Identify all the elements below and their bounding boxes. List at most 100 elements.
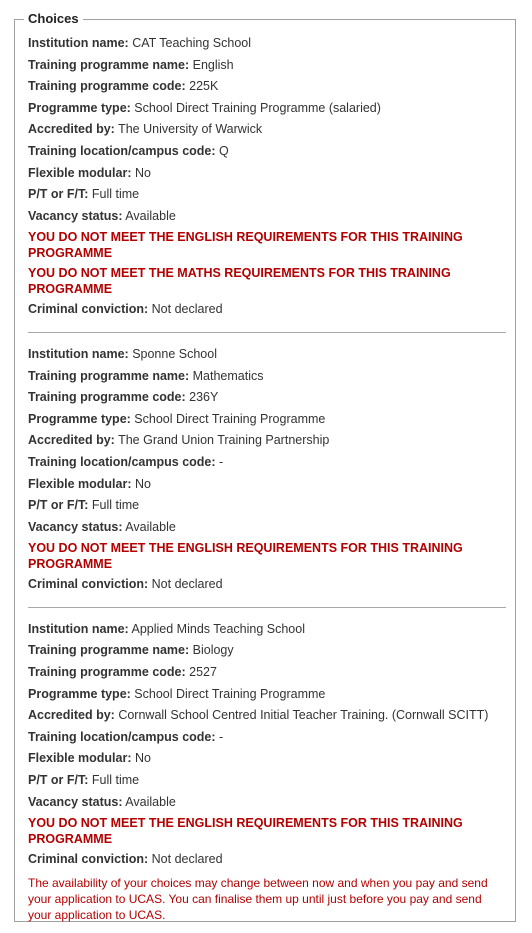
- field-label: Training programme code:: [28, 665, 186, 680]
- field-label: Training programme code:: [28, 390, 186, 405]
- field-label: Criminal conviction:: [28, 852, 149, 867]
- flexible-value: No: [134, 751, 151, 766]
- choice-divider: [28, 606, 506, 608]
- criminal-row: Criminal conviction: Not declared: [28, 574, 514, 596]
- institution-row: Institution name: Sponne School: [28, 344, 514, 366]
- vacancy-row: Vacancy status: Available: [28, 517, 514, 539]
- location-row: Training location/campus code: -: [28, 452, 514, 474]
- criminal-value: Not declared: [151, 577, 223, 592]
- programme-name-row: Training programme name: Mathematics: [28, 366, 514, 388]
- programme-type-row: Programme type: School Direct Training P…: [28, 409, 514, 431]
- field-label: Criminal conviction:: [28, 302, 149, 317]
- criminal-value: Not declared: [151, 302, 223, 317]
- programme-type-row: Programme type: School Direct Training P…: [28, 98, 514, 120]
- field-label: Vacancy status:: [28, 519, 123, 534]
- field-label: Institution name:: [28, 621, 129, 636]
- programme-name-value: Biology: [192, 643, 234, 658]
- field-label: Flexible modular:: [28, 476, 132, 491]
- field-label: Programme type:: [28, 100, 131, 115]
- requirement-warning: YOU DO NOT MEET THE ENGLISH REQUIREMENTS…: [28, 541, 463, 571]
- field-label: Training programme name:: [28, 57, 190, 72]
- field-label: P/T or F/T:: [28, 498, 89, 513]
- field-label: Accredited by:: [28, 433, 115, 448]
- location-value: Q: [219, 143, 229, 158]
- location-value: -: [219, 729, 224, 744]
- programme-code-value: 2527: [189, 665, 217, 680]
- availability-note: The availability of your choices may cha…: [28, 875, 488, 922]
- criminal-row: Criminal conviction: Not declared: [28, 299, 514, 321]
- flexible-value: No: [134, 476, 151, 491]
- field-label: Programme type:: [28, 411, 131, 426]
- programme-code-row: Training programme code: 225K: [28, 76, 514, 98]
- field-label: Training location/campus code:: [28, 143, 216, 158]
- accredited-by-row: Accredited by: Cornwall School Centred I…: [28, 705, 514, 727]
- choice-block: Institution name: Sponne School Training…: [28, 344, 514, 596]
- field-label: Flexible modular:: [28, 751, 132, 766]
- programme-code-value: 236Y: [189, 390, 219, 405]
- programme-type-value: School Direct Training Programme: [134, 686, 326, 701]
- ptft-value: Full time: [91, 498, 140, 513]
- field-label: Training programme name:: [28, 368, 190, 383]
- accredited-by-row: Accredited by: The Grand Union Training …: [28, 430, 514, 452]
- vacancy-row: Vacancy status: Available: [28, 792, 514, 814]
- field-label: Vacancy status:: [28, 794, 123, 809]
- criminal-value: Not declared: [151, 852, 223, 867]
- programme-name-row: Training programme name: English: [28, 55, 514, 77]
- field-label: Training programme code:: [28, 79, 186, 94]
- field-label: Accredited by:: [28, 122, 115, 137]
- accredited-by-row: Accredited by: The University of Warwick: [28, 119, 514, 141]
- field-label: P/T or F/T:: [28, 773, 89, 788]
- field-label: Criminal conviction:: [28, 577, 149, 592]
- ptft-value: Full time: [91, 773, 140, 788]
- criminal-row: Criminal conviction: Not declared: [28, 849, 514, 871]
- institution-row: Institution name: CAT Teaching School: [28, 33, 514, 55]
- ptft-row: P/T or F/T: Full time: [28, 770, 514, 792]
- field-label: Flexible modular:: [28, 165, 132, 180]
- requirement-warning: YOU DO NOT MEET THE ENGLISH REQUIREMENTS…: [28, 230, 463, 260]
- programme-name-row: Training programme name: Biology: [28, 640, 514, 662]
- requirement-warning: YOU DO NOT MEET THE ENGLISH REQUIREMENTS…: [28, 816, 463, 846]
- accredited-by-value: The Grand Union Training Partnership: [118, 433, 330, 448]
- field-label: Training location/campus code:: [28, 454, 216, 469]
- warnings: YOU DO NOT MEET THE ENGLISH REQUIREMENTS…: [28, 227, 514, 299]
- programme-code-row: Training programme code: 2527: [28, 662, 514, 684]
- choices-list: Institution name: CAT Teaching School Tr…: [28, 33, 514, 871]
- warnings: YOU DO NOT MEET THE ENGLISH REQUIREMENTS…: [28, 538, 514, 574]
- institution-value: Sponne School: [132, 346, 217, 361]
- programme-code-row: Training programme code: 236Y: [28, 387, 514, 409]
- choice-divider: [28, 331, 506, 333]
- field-label: Institution name:: [28, 36, 129, 50]
- programme-type-value: School Direct Training Programme: [134, 411, 326, 426]
- ptft-row: P/T or F/T: Full time: [28, 184, 514, 206]
- ptft-value: Full time: [91, 187, 140, 202]
- flexible-row: Flexible modular: No: [28, 748, 514, 770]
- field-label: Training location/campus code:: [28, 729, 216, 744]
- field-label: P/T or F/T:: [28, 187, 89, 202]
- programme-type-row: Programme type: School Direct Training P…: [28, 684, 514, 706]
- choice-block: Institution name: CAT Teaching School Tr…: [28, 33, 514, 321]
- choices-content: Institution name: CAT Teaching School Tr…: [28, 33, 514, 923]
- location-row: Training location/campus code: Q: [28, 141, 514, 163]
- field-label: Training programme name:: [28, 643, 190, 658]
- vacancy-value: Available: [125, 208, 176, 223]
- ptft-row: P/T or F/T: Full time: [28, 495, 514, 517]
- warnings: YOU DO NOT MEET THE ENGLISH REQUIREMENTS…: [28, 813, 514, 849]
- field-label: Institution name:: [28, 346, 129, 361]
- programme-code-value: 225K: [189, 79, 219, 94]
- institution-value: Applied Minds Teaching School: [131, 621, 306, 636]
- vacancy-value: Available: [125, 794, 176, 809]
- programme-type-value: School Direct Training Programme (salari…: [134, 100, 381, 115]
- programme-name-value: Mathematics: [192, 368, 264, 383]
- flexible-value: No: [134, 165, 151, 180]
- flexible-row: Flexible modular: No: [28, 163, 514, 185]
- institution-value: CAT Teaching School: [132, 36, 252, 50]
- vacancy-value: Available: [125, 519, 176, 534]
- accredited-by-value: Cornwall School Centred Initial Teacher …: [118, 708, 489, 723]
- accredited-by-value: The University of Warwick: [118, 122, 263, 137]
- requirement-warning: YOU DO NOT MEET THE MATHS REQUIREMENTS F…: [28, 266, 451, 296]
- vacancy-row: Vacancy status: Available: [28, 206, 514, 228]
- location-value: -: [219, 454, 224, 469]
- field-label: Programme type:: [28, 686, 131, 701]
- field-label: Accredited by:: [28, 708, 115, 723]
- choices-legend: Choices: [24, 11, 83, 27]
